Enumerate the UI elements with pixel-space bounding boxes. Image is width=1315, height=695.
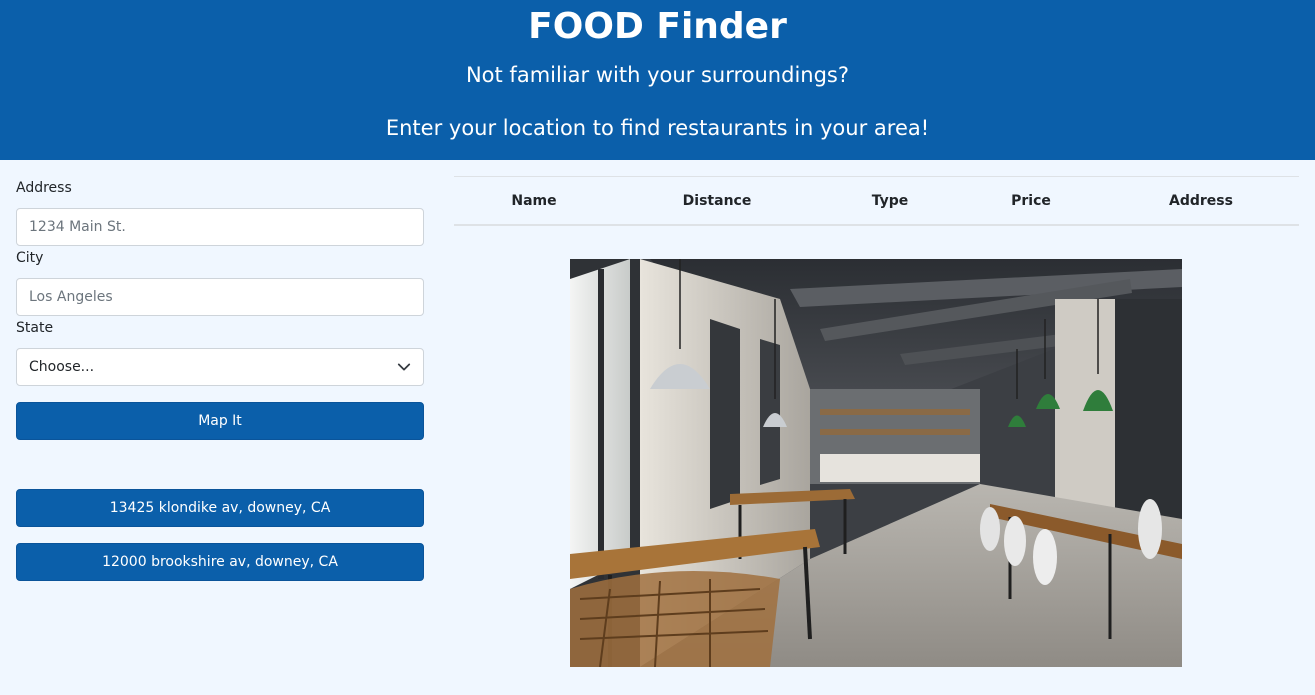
map-it-button[interactable]: Map It bbox=[16, 402, 424, 440]
column-header-type: Type bbox=[871, 193, 909, 209]
page-header: FOOD Finder Not familiar with your surro… bbox=[0, 0, 1315, 160]
header-instructions: Enter your location to find restaurants … bbox=[385, 116, 930, 140]
saved-address-button[interactable]: 12000 brookshire av, downey, CA bbox=[16, 543, 424, 581]
column-header-distance: Distance bbox=[682, 193, 752, 209]
state-label: State bbox=[16, 320, 54, 336]
header-subtitle: Not familiar with your surroundings? bbox=[465, 63, 850, 87]
results-table-header: Name Distance Type Price Address bbox=[454, 176, 1299, 226]
state-select-value: Choose... bbox=[29, 359, 95, 375]
address-label: Address bbox=[16, 180, 72, 196]
restaurant-interior-image bbox=[570, 259, 1182, 667]
column-header-address: Address bbox=[1169, 193, 1233, 209]
column-header-price: Price bbox=[1011, 193, 1051, 209]
city-input[interactable] bbox=[16, 278, 424, 316]
chevron-down-icon bbox=[397, 363, 411, 371]
column-header-name: Name bbox=[511, 193, 557, 209]
state-select[interactable]: Choose... bbox=[16, 348, 424, 386]
app-title: FOOD Finder bbox=[528, 6, 787, 47]
address-input[interactable] bbox=[16, 208, 424, 246]
saved-address-button[interactable]: 13425 klondike av, downey, CA bbox=[16, 489, 424, 527]
city-label: City bbox=[16, 250, 44, 266]
